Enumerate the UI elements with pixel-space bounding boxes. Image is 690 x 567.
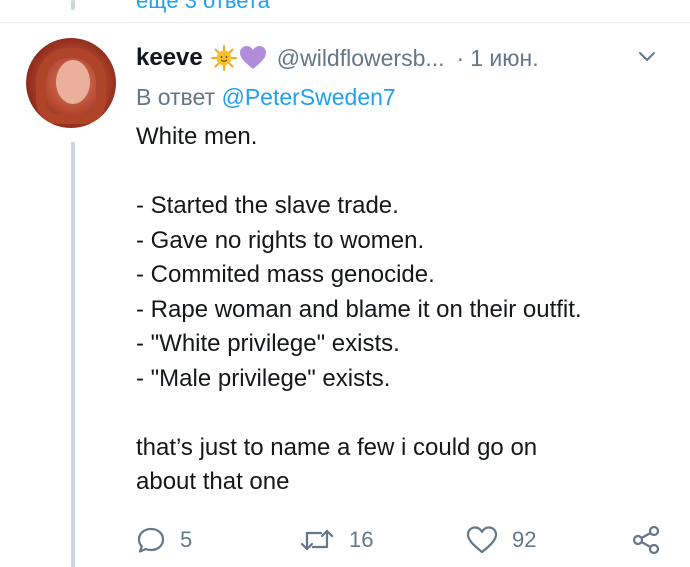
sun-emoji-icon	[210, 45, 237, 71]
tweet-header: keeve @wildflowersb... · 1 июн.	[136, 40, 671, 76]
like-button[interactable]: 92	[466, 520, 536, 560]
tweet-line: that’s just to name a few i could go on	[136, 433, 538, 461]
chevron-down-icon[interactable]	[636, 46, 658, 68]
tweet-line: - Gave no rights to women.	[136, 226, 425, 254]
divider	[0, 22, 690, 23]
separator-dot: ·	[456, 44, 465, 71]
show-more-replies-link[interactable]: ещё 3 ответа	[136, 0, 270, 14]
tweet-line: White men.	[136, 123, 258, 150]
reply-icon	[137, 527, 165, 553]
tweet-line: - Rape woman and blame it on their outfi…	[136, 295, 582, 323]
tweet-text: White men. - Started the slave trade. - …	[136, 120, 676, 500]
display-name[interactable]: keeve	[136, 44, 203, 72]
tweet-line: - "Male privilege" exists.	[136, 364, 391, 392]
like-icon	[466, 526, 498, 554]
avatar-face	[56, 60, 90, 104]
reply-context: В ответ @PeterSweden7	[136, 84, 396, 111]
avatar[interactable]	[26, 38, 116, 128]
tweet-line: about that one	[136, 468, 290, 495]
tweet-line: - Started the slave trade.	[136, 192, 399, 219]
share-button[interactable]	[630, 520, 662, 560]
tweet-actions: 5 16 92	[136, 520, 676, 560]
reply-mention-link[interactable]: @PeterSweden7	[221, 84, 395, 110]
tweet-line: - Commited mass genocide.	[136, 261, 435, 288]
thread-line-top	[71, 0, 75, 10]
reply-button[interactable]: 5	[136, 520, 192, 560]
like-count: 92	[512, 527, 537, 552]
tweet-line: - "White privilege" exists.	[136, 330, 400, 357]
user-handle[interactable]: @wildflowersb...	[277, 45, 445, 72]
purple-heart-emoji-icon	[239, 45, 267, 71]
retweet-button[interactable]: 16	[299, 520, 373, 560]
reply-prefix: В ответ	[136, 84, 216, 110]
share-icon	[632, 525, 660, 555]
reply-count: 5	[180, 527, 193, 552]
retweet-count: 16	[349, 527, 374, 552]
retweet-icon	[300, 529, 334, 551]
thread-line	[71, 142, 75, 567]
tweet-date[interactable]: 1 июн.	[470, 45, 538, 72]
